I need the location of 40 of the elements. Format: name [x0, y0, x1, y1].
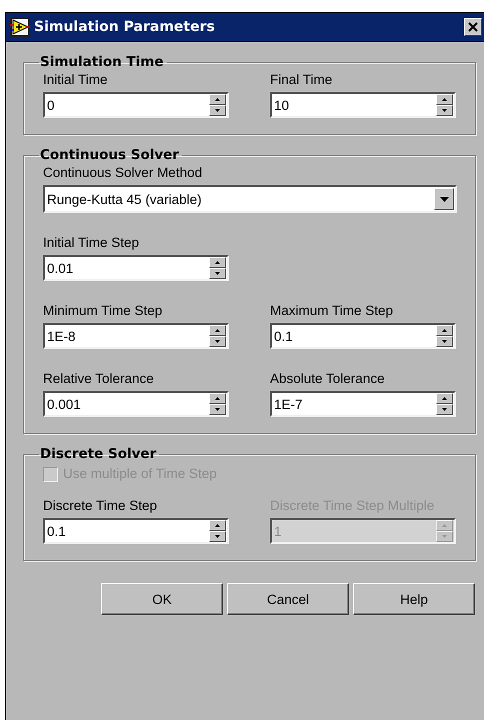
dialog-button[interactable]: Help: [353, 583, 475, 615]
down-triangle-icon: [442, 408, 447, 411]
dropdown-button[interactable]: [434, 188, 454, 210]
field-label: Relative Tolerance: [43, 371, 154, 387]
field-label: Initial Time Step: [43, 235, 140, 251]
down-triangle-icon: [215, 535, 220, 538]
up-triangle-icon: [215, 397, 220, 400]
up-triangle-icon: [215, 524, 220, 527]
group-title: Continuous Solver: [39, 147, 180, 163]
group-title: Discrete Solver: [39, 446, 158, 462]
down-triangle-icon: [215, 272, 220, 275]
up-triangle-icon: [215, 98, 220, 101]
caret-icon: [440, 196, 448, 202]
down-triangle-icon: [215, 340, 220, 343]
dropdown[interactable]: Runge-Kutta 45 (variable): [43, 185, 457, 213]
field-label: Continuous Solver Method: [43, 165, 202, 181]
field-label: Final Time: [270, 72, 332, 88]
down-triangle-icon: [215, 408, 220, 411]
field-label: Initial Time: [43, 72, 108, 88]
down-triangle-icon: [442, 535, 447, 538]
up-triangle-icon: [442, 524, 447, 527]
down-triangle-icon: [215, 109, 220, 112]
up-triangle-icon: [215, 329, 220, 332]
up-triangle-icon: [442, 98, 447, 101]
field-label: Discrete Time Step: [43, 498, 158, 514]
field-label: Minimum Time Step: [43, 303, 162, 319]
triangle-icon: [10, 17, 30, 37]
down-triangle-icon: [442, 109, 447, 112]
up-triangle-icon: [442, 397, 447, 400]
down-triangle-icon: [442, 340, 447, 343]
close-icon: [468, 22, 478, 32]
up-triangle-icon: [442, 329, 447, 332]
up-triangle-icon: [215, 261, 220, 264]
window-title: Simulation Parameters: [34, 19, 216, 35]
field-label: Maximum Time Step: [270, 303, 394, 319]
field-label: Absolute Tolerance: [270, 371, 385, 387]
dialog-button[interactable]: OK: [101, 583, 223, 615]
close-button[interactable]: [464, 18, 482, 36]
dialog-button[interactable]: Cancel: [227, 583, 349, 615]
group-title: Simulation Time: [39, 54, 164, 70]
